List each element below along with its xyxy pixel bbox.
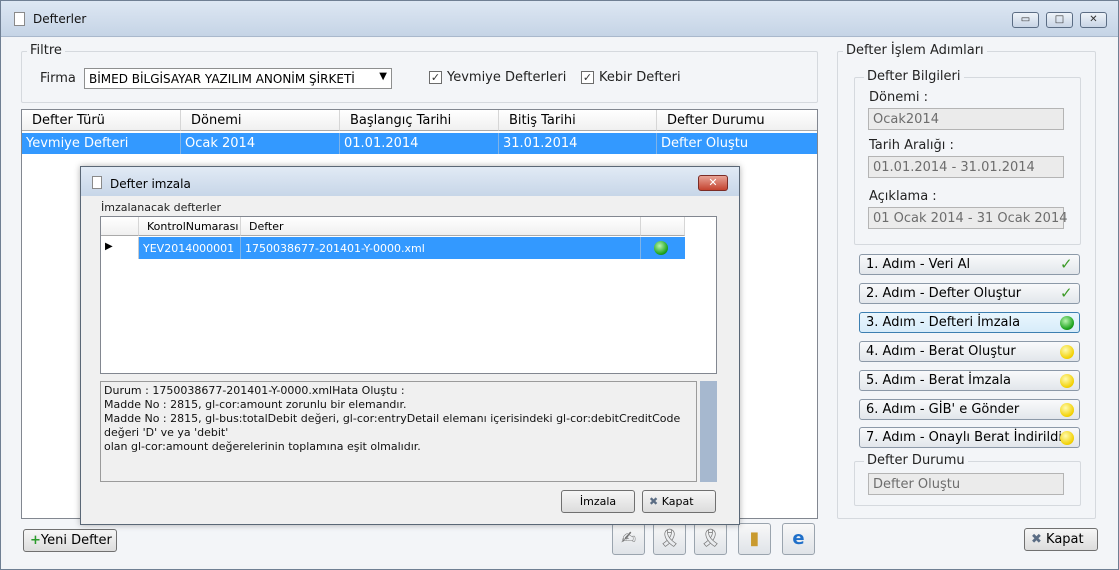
info-group-title: Defter Bilgileri xyxy=(864,69,964,84)
step-4-button[interactable]: 4. Adım - Berat Oluştur xyxy=(859,341,1080,362)
imzala-button[interactable]: İmzala xyxy=(561,490,635,513)
maximize-button[interactable]: □ xyxy=(1046,12,1073,28)
kebir-checkbox[interactable]: ✓ xyxy=(581,71,594,84)
cell-baslangic: 01.01.2014 xyxy=(340,133,499,154)
table-row[interactable]: YEV2014000001 1750038677-201401-Y-0000.x… xyxy=(139,237,685,259)
check-icon: ✓ xyxy=(1060,255,1073,273)
step-6-button[interactable]: 6. Adım - GİB' e Gönder xyxy=(859,399,1080,420)
table-row[interactable]: Yevmiye Defteri Ocak 2014 01.01.2014 31.… xyxy=(22,133,817,154)
row-selector-arrow-icon[interactable]: ▶ xyxy=(101,237,139,259)
window-title: Defterler xyxy=(33,12,87,26)
close-window-button[interactable]: ✕ xyxy=(1080,12,1107,28)
column-header-baslangic[interactable]: Başlangıç Tarihi xyxy=(340,110,499,131)
yevmiye-label: Yevmiye Defterleri xyxy=(447,70,567,85)
step-3-button[interactable]: 3. Adım - Defteri İmzala xyxy=(859,312,1080,333)
steps-group-title: Defter İşlem Adımları xyxy=(843,43,987,58)
dialog-title-bar: Defter imzala ✕ xyxy=(81,167,739,196)
memo-line: Durum : 1750038677-201401-Y-0000.xmlHata… xyxy=(104,384,405,397)
memo-line: Madde No : 2815, gl-cor:amount zorunlu b… xyxy=(104,398,407,411)
document-icon xyxy=(14,12,25,26)
step-label: 3. Adım - Defteri İmzala xyxy=(866,315,1021,330)
yellow-status-icon xyxy=(1060,403,1074,417)
yellow-status-icon xyxy=(1060,374,1074,388)
durum-group-title: Defter Durumu xyxy=(864,453,968,468)
column-header-kontrol[interactable]: KontrolNumarası xyxy=(139,217,241,236)
firma-label: Firma xyxy=(40,71,76,86)
column-header-durum[interactable]: Defter Durumu xyxy=(657,110,817,131)
imzala-grid[interactable]: KontrolNumarası Defter ▶ YEV2014000001 1… xyxy=(100,216,717,374)
title-bar: Defterler ▭ □ ✕ xyxy=(1,1,1118,37)
yellow-status-icon xyxy=(1060,345,1074,359)
donemi-label: Dönemi : xyxy=(869,90,928,105)
close-icon: ✖ xyxy=(649,495,659,508)
memo-scrollbar[interactable] xyxy=(700,381,717,482)
step-label: 1. Adım - Veri Al xyxy=(866,257,971,272)
green-status-icon xyxy=(654,241,668,255)
step-label: 4. Adım - Berat Oluştur xyxy=(866,344,1016,359)
chevron-down-icon: ▼ xyxy=(379,71,387,82)
cell-durum: Defter Oluştu xyxy=(661,136,749,151)
cell-kontrol: YEV2014000001 xyxy=(139,237,241,259)
aciklama-field[interactable]: 01 Ocak 2014 - 31 Ocak 2014 xyxy=(868,207,1068,229)
column-header-defter[interactable]: Defter xyxy=(241,217,641,236)
filter-group-title: Filtre xyxy=(27,43,65,58)
step-label: 7. Adım - Onaylı Berat İndirildi xyxy=(866,430,1062,445)
cell-bitis: 31.01.2014 xyxy=(499,133,657,154)
close-icon: ✖ xyxy=(1031,532,1042,547)
row-indicator-header xyxy=(101,217,139,236)
check-icon: ✓ xyxy=(1060,284,1073,302)
kebir-label: Kebir Defteri xyxy=(599,70,681,85)
column-header-bitis[interactable]: Bitiş Tarihi xyxy=(499,110,657,131)
step-5-button[interactable]: 5. Adım - Berat İmzala xyxy=(859,370,1080,391)
firma-select-value: BİMED BİLGİSAYAR YAZILIM ANONİM ŞİRKETİ xyxy=(89,72,355,86)
book-icon[interactable]: ▮ xyxy=(738,523,771,555)
tarih-label: Tarih Aralığı : xyxy=(869,138,954,153)
dialog-kapat-label: Kapat xyxy=(661,495,694,508)
step-label: 5. Adım - Berat İmzala xyxy=(866,373,1012,388)
plus-icon: + xyxy=(30,533,41,548)
new-defter-button[interactable]: +Yeni Defter xyxy=(23,529,117,552)
status-memo[interactable]: Durum : 1750038677-201401-Y-0000.xmlHata… xyxy=(100,381,697,482)
imzalanacak-label: İmzalanacak defterler xyxy=(101,201,222,214)
cell-defter-turu: Yevmiye Defteri xyxy=(22,133,181,154)
tarih-field[interactable]: 01.01.2014 - 31.01.2014 xyxy=(868,156,1064,178)
step-2-button[interactable]: 2. Adım - Defter Oluştur ✓ xyxy=(859,283,1080,304)
document-icon xyxy=(92,176,102,189)
ribbon-icon[interactable]: 🎗 xyxy=(653,523,686,555)
new-defter-label: Yeni Defter xyxy=(40,533,112,548)
column-header-status xyxy=(641,217,685,236)
dialog-title: Defter imzala xyxy=(110,177,191,191)
step-1-button[interactable]: 1. Adım - Veri Al ✓ xyxy=(859,254,1080,275)
double-ribbon-icon[interactable]: 🎗 xyxy=(694,523,727,555)
firma-select[interactable]: BİMED BİLGİSAYAR YAZILIM ANONİM ŞİRKETİ … xyxy=(84,68,392,89)
green-status-icon xyxy=(1060,316,1074,330)
kapat-label: Kapat xyxy=(1046,532,1084,547)
dialog-close-button[interactable]: ✕ xyxy=(698,175,728,191)
cell-donemi: Ocak 2014 xyxy=(181,133,340,154)
dialog-kapat-button[interactable]: ✖ Kapat xyxy=(642,490,716,513)
step-7-button[interactable]: 7. Adım - Onaylı Berat İndirildi xyxy=(859,427,1080,448)
column-header-donemi[interactable]: Dönemi xyxy=(181,110,340,131)
aciklama-label: Açıklama : xyxy=(869,189,937,204)
step-label: 2. Adım - Defter Oluştur xyxy=(866,286,1022,301)
memo-line: Madde No : 2815, gl-bus:totalDebit değer… xyxy=(104,412,681,439)
column-header-defter-turu[interactable]: Defter Türü xyxy=(22,110,181,131)
minimize-button[interactable]: ▭ xyxy=(1012,12,1039,28)
durum-field[interactable]: Defter Oluştu xyxy=(868,473,1064,495)
donemi-field[interactable]: Ocak2014 xyxy=(868,108,1064,130)
yellow-status-icon xyxy=(1060,431,1074,445)
memo-line: olan gl-cor:amount değerelerinin toplamı… xyxy=(104,440,421,453)
cell-defter: 1750038677-201401-Y-0000.xml xyxy=(241,237,641,259)
yevmiye-checkbox[interactable]: ✓ xyxy=(429,71,442,84)
ie-icon[interactable]: e xyxy=(782,523,815,555)
step-label: 6. Adım - GİB' e Gönder xyxy=(866,402,1020,417)
sign-icon[interactable]: ✍ xyxy=(612,523,645,555)
defterler-window: Defterler ▭ □ ✕ Filtre Firma BİMED BİLGİ… xyxy=(0,0,1119,570)
kapat-button[interactable]: ✖ Kapat xyxy=(1024,528,1098,551)
